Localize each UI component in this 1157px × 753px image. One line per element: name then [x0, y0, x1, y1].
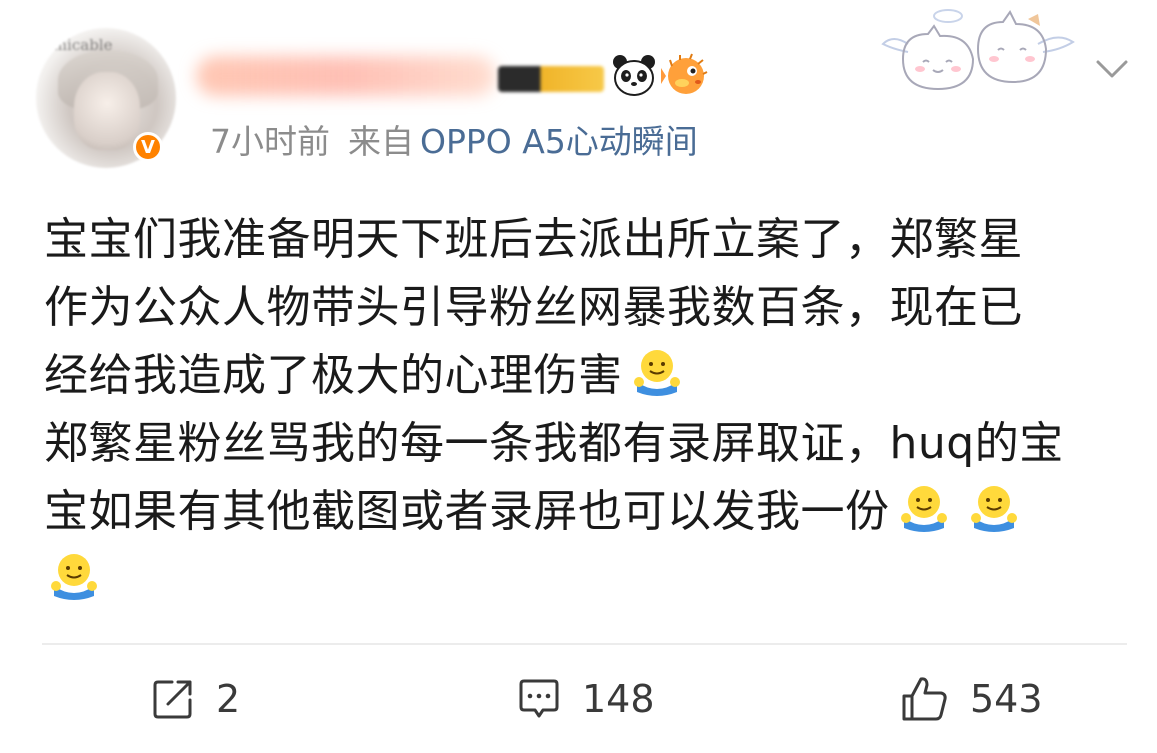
post-line: 郑繁星粉丝骂我的每一条我都有录屏取证，huq的宝	[44, 418, 1064, 469]
chevron-down-icon[interactable]	[1094, 54, 1130, 82]
post-line: 宝如果有其他截图或者录屏也可以发我一份	[44, 486, 890, 537]
post-paragraph: 郑繁星粉丝骂我的每一条我都有录屏取证，huq的宝 宝如果有其他截图或者录屏也可以…	[44, 410, 1124, 614]
thumbs-up-icon	[902, 677, 947, 721]
comment-icon	[519, 679, 559, 718]
post-time: 7小时前	[210, 122, 330, 161]
post-header: Amicable V 7小时前 来自 OPPO A5心动瞬间	[0, 0, 1157, 180]
action-divider	[42, 643, 1127, 645]
share-count: 2	[216, 677, 241, 721]
hug-emoji-icon	[51, 554, 97, 600]
verified-badge-icon: V	[133, 132, 163, 162]
post-body: 宝宝们我准备明天下班后去派出所立案了，郑繁星 作为公众人物带头引导粉丝网暴我数百…	[44, 206, 1124, 614]
post-meta: 7小时前 来自 OPPO A5心动瞬间	[210, 120, 698, 164]
username-blurred[interactable]	[196, 56, 496, 96]
hug-emoji-icon	[633, 350, 680, 396]
source-device-link[interactable]: OPPO A5心动瞬间	[420, 122, 698, 161]
share-icon	[153, 680, 192, 719]
source-label: 来自	[348, 122, 414, 161]
avatar-face	[74, 72, 140, 150]
like-button[interactable]: 543	[900, 672, 1043, 726]
post-line: 经给我造成了极大的心理伤害	[44, 350, 623, 401]
post-paragraph: 宝宝们我准备明天下班后去派出所立案了，郑繁星 作为公众人物带头引导粉丝网暴我数百…	[44, 206, 1124, 410]
post-line: 作为公众人物带头引导粉丝网暴我数百条，现在已	[44, 282, 1023, 333]
avatar-text: Amicable	[42, 36, 113, 54]
cute-cats-decoration-icon	[881, 9, 1075, 91]
pufferfish-icon	[661, 53, 708, 94]
share-button[interactable]: 2	[150, 672, 240, 726]
member-level-badge	[498, 66, 604, 92]
panda-icon	[613, 55, 655, 96]
like-count: 543	[970, 677, 1043, 721]
comment-count: 148	[582, 677, 655, 721]
comment-button[interactable]: 148	[516, 672, 655, 726]
hug-emoji-icon	[900, 486, 947, 532]
hug-emoji-icon	[970, 486, 1017, 532]
post-line: 宝宝们我准备明天下班后去派出所立案了，郑繁星	[44, 214, 1023, 265]
